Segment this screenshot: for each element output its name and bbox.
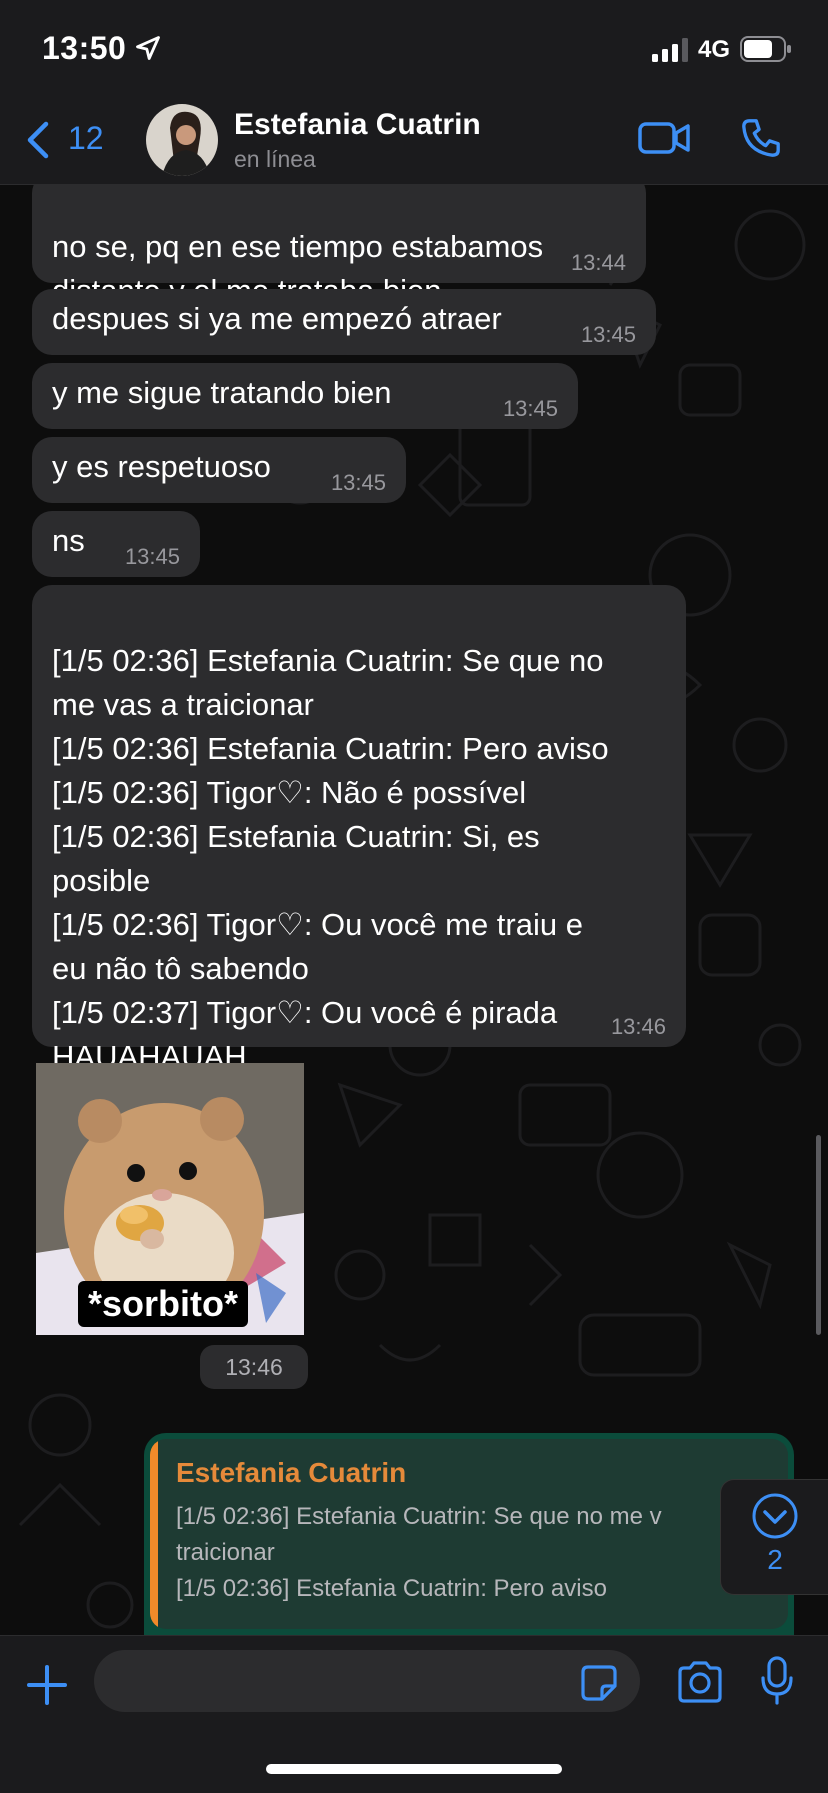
sticker-image[interactable]: *sorbito* xyxy=(36,1063,304,1335)
quoted-sender-name: Estefania Cuatrin xyxy=(176,1457,407,1488)
sticker-icon[interactable] xyxy=(580,1664,618,1702)
message-text: [1/5 02:36] Estefania Cuatrin: Se que no… xyxy=(52,643,609,1074)
camera-icon[interactable] xyxy=(676,1660,724,1704)
message-bubble[interactable]: no se, pq en ese tiempo estabamos distan… xyxy=(32,185,646,308)
message-bubble[interactable]: y es respetuoso 13:45 xyxy=(32,437,406,503)
message-text: y es respetuoso xyxy=(52,449,271,484)
scroll-to-bottom-button[interactable]: 2 xyxy=(720,1479,828,1595)
message-time: 13:44 xyxy=(570,250,626,275)
message-input[interactable] xyxy=(94,1650,640,1712)
home-indicator xyxy=(266,1764,562,1774)
back-unread-count[interactable]: 12 xyxy=(68,120,104,157)
message-time: 13:46 xyxy=(610,1014,666,1039)
video-call-icon[interactable] xyxy=(638,118,690,158)
contact-name[interactable]: Estefania Cuatrin xyxy=(234,108,481,142)
contact-status: en línea xyxy=(234,146,316,172)
cellular-signal-icon xyxy=(652,38,688,62)
microphone-icon[interactable] xyxy=(760,1656,794,1706)
message-time: 13:45 xyxy=(124,544,180,569)
status-time: 13:50 xyxy=(42,30,127,66)
message-time: 13:45 xyxy=(330,470,386,495)
message-bubble[interactable]: despues si ya me empezó atraer 13:45 xyxy=(32,289,656,355)
back-chevron-icon[interactable] xyxy=(22,120,52,160)
battery-icon xyxy=(740,36,791,62)
message-time: 13:45 xyxy=(502,396,558,421)
composer-bar xyxy=(0,1635,828,1793)
sticker-caption: *sorbito* xyxy=(78,1281,249,1327)
chat-area[interactable]: no se, pq en ese tiempo estabamos distan… xyxy=(0,185,828,1635)
plus-icon[interactable] xyxy=(26,1664,68,1706)
message-bubble[interactable]: [1/5 02:36] Estefania Cuatrin: Se que no… xyxy=(32,585,686,1074)
quoted-message[interactable]: Estefania Cuatrin [1/5 02:36] Estefania … xyxy=(150,1439,788,1629)
location-arrow-icon xyxy=(136,36,160,60)
quoted-text: [1/5 02:36] Estefania Cuatrin: Se que no… xyxy=(176,1503,662,1602)
message-text: y me sigue tratando bien xyxy=(52,375,392,410)
unread-count-badge: 2 xyxy=(767,1544,783,1575)
chat-header: 12 Estefania Cuatrin en línea xyxy=(0,96,828,185)
message-time: 13:45 xyxy=(580,322,636,347)
status-bar: 13:50 4G xyxy=(0,0,828,96)
avatar[interactable] xyxy=(146,104,218,176)
chevron-down-circle-icon xyxy=(752,1493,798,1539)
message-text: ns xyxy=(52,523,85,558)
message-bubble[interactable]: ns 13:45 xyxy=(32,511,200,577)
quote-accent-bar xyxy=(150,1439,158,1629)
scrollbar[interactable] xyxy=(816,1135,821,1335)
phone-icon[interactable] xyxy=(740,116,782,160)
sticker-time: 13:46 xyxy=(200,1345,308,1389)
message-text: despues si ya me empezó atraer xyxy=(52,301,502,336)
outgoing-reply-bubble[interactable]: Estefania Cuatrin [1/5 02:36] Estefania … xyxy=(144,1433,794,1635)
network-type: 4G xyxy=(698,36,731,63)
message-bubble[interactable]: y me sigue tratando bien 13:45 xyxy=(32,363,578,429)
